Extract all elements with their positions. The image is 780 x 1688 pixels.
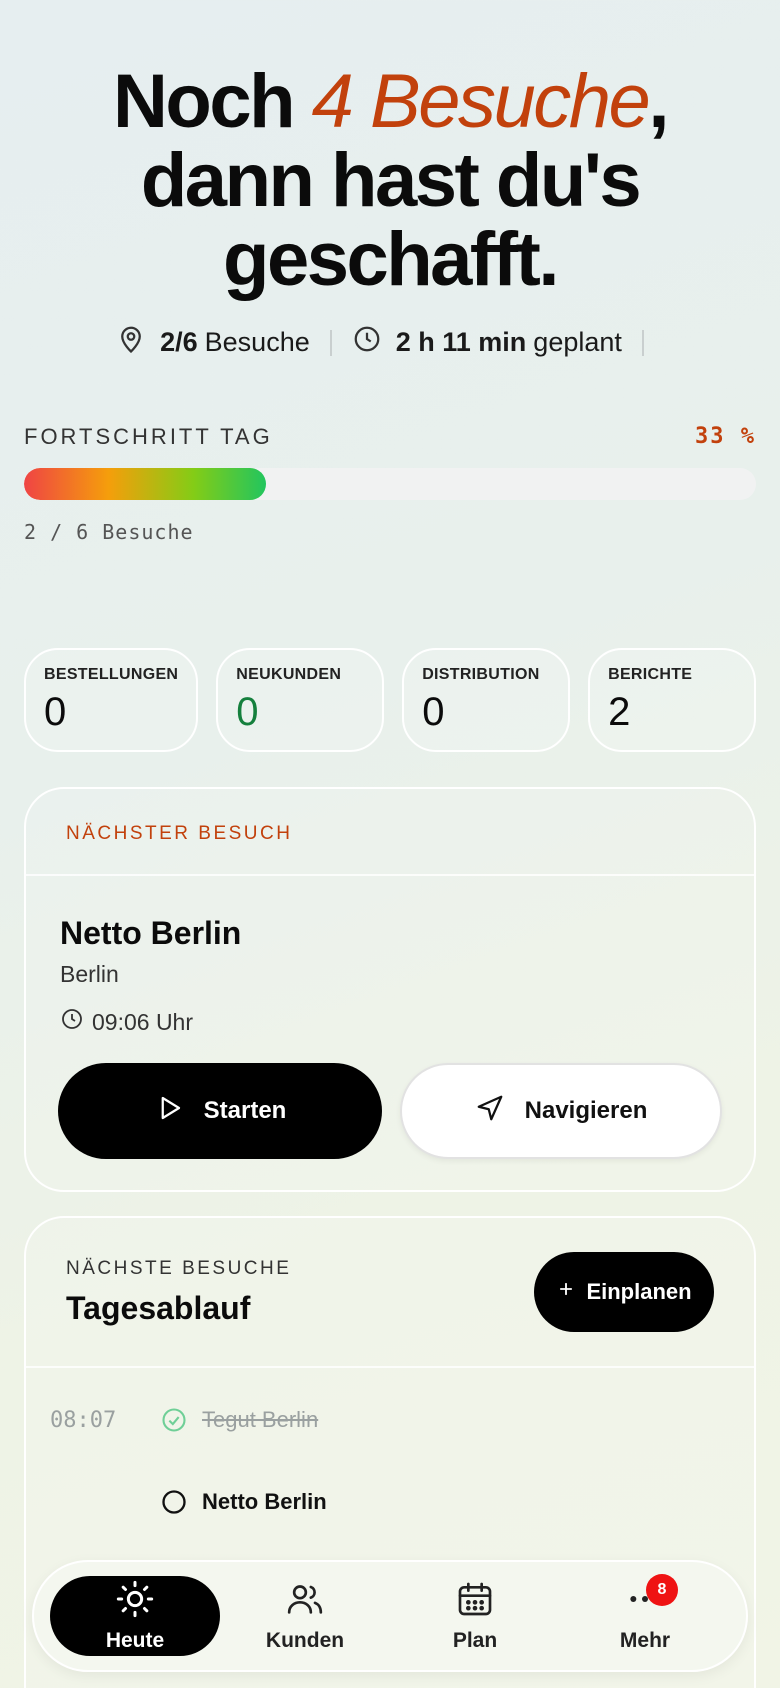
card-divider	[26, 1366, 754, 1368]
stat-label: DISTRIBUTION	[422, 666, 540, 683]
divider	[641, 329, 644, 356]
visits-label: Besuche	[204, 327, 310, 357]
sun-icon	[115, 1579, 155, 1625]
navigate-button[interactable]: Navigieren	[400, 1063, 722, 1159]
next-visit-time: 09:06 Uhr	[60, 1007, 193, 1037]
tab-today[interactable]: Heute	[50, 1576, 220, 1656]
clock-icon	[352, 324, 382, 361]
tab-more[interactable]: Mehr 8	[560, 1574, 730, 1656]
stat-label: BERICHTE	[608, 666, 693, 683]
next-visit-time-text: 09:06 Uhr	[92, 1008, 194, 1035]
schedule-row[interactable]: Netto Berlin	[50, 1488, 730, 1516]
headline-prefix: Noch	[113, 59, 312, 144]
stat-value: 0	[44, 690, 67, 734]
stat-orders[interactable]: BESTELLUNGEN 0	[24, 648, 199, 752]
schedule-row-name: Tegut Berlin	[202, 1407, 319, 1432]
navigate-button-label: Navigieren	[524, 1097, 648, 1124]
play-icon	[154, 1093, 184, 1130]
next-visit-card: NÄCHSTER BESUCH Netto Berlin Berlin 09:0…	[24, 787, 756, 1192]
progress-fill	[24, 468, 266, 500]
card-divider	[26, 874, 754, 876]
progress-label: FORTSCHRITT TAG	[24, 424, 273, 449]
start-button-label: Starten	[203, 1097, 287, 1124]
progress-percent: 33 %	[695, 424, 756, 449]
next-visit-name: Netto Berlin	[60, 915, 242, 951]
tab-label: Heute	[105, 1629, 165, 1652]
progress-subtext: 2 / 6 Besuche	[24, 520, 194, 544]
clock-icon	[60, 1007, 84, 1037]
notification-badge: 8	[646, 1574, 678, 1606]
navigation-arrow-icon	[475, 1093, 505, 1130]
stat-label: BESTELLUNGEN	[44, 666, 179, 683]
stat-value: 0	[422, 690, 445, 734]
duration-value: 2 h 11 min	[395, 327, 527, 357]
stat-reports[interactable]: BERICHTE 2	[588, 648, 756, 752]
hero-headline: Noch 4 Besuche, dann hast du's geschafft…	[0, 62, 780, 299]
next-visit-city: Berlin	[60, 961, 119, 987]
headline: Noch 4 Besuche, dann hast du's geschafft…	[0, 62, 780, 299]
divider	[329, 329, 332, 356]
stat-value: 0	[236, 690, 259, 734]
schedule-row-time: 08:07	[50, 1407, 117, 1433]
schedule-row[interactable]: 08:07 Tegut Berlin	[50, 1406, 730, 1434]
status-circle-icon	[160, 1488, 188, 1516]
next-visit-kicker: NÄCHSTER BESUCH	[66, 823, 293, 844]
stat-value: 2	[608, 690, 631, 734]
tab-plan[interactable]: Plan	[390, 1576, 560, 1656]
schedule-kicker: NÄCHSTE BESUCHE	[66, 1258, 292, 1279]
schedule-row-name: Netto Berlin	[202, 1489, 327, 1514]
schedule-add-label: Einplanen	[586, 1279, 692, 1304]
users-icon	[285, 1579, 325, 1625]
stat-label: NEUKUNDEN	[236, 666, 342, 683]
stat-new-customers[interactable]: NEUKUNDEN 0	[216, 648, 385, 752]
headline-suffix: ,	[648, 59, 669, 144]
day-summary: 2/6 Besuche 2 h 11 min geplant	[0, 324, 780, 361]
visits-count: 2/6	[160, 327, 198, 357]
location-pin-icon	[116, 324, 146, 361]
stats-row: BESTELLUNGEN 0 NEUKUNDEN 0 DISTRIBUTION …	[24, 648, 756, 752]
duration-summary: 2 h 11 min geplant	[352, 324, 622, 361]
duration-label: geplant	[533, 327, 622, 357]
tab-customers[interactable]: Kunden	[220, 1576, 390, 1656]
tab-label: Plan	[452, 1629, 498, 1652]
tab-label: Kunden	[265, 1629, 345, 1652]
visits-summary: 2/6 Besuche	[116, 324, 310, 361]
headline-line2: dann hast du's	[140, 138, 642, 223]
bottom-tab-bar: Heute Kunden Plan Mehr 8	[32, 1560, 748, 1672]
stat-distribution[interactable]: DISTRIBUTION 0	[402, 648, 571, 752]
check-circle-icon	[160, 1406, 188, 1434]
schedule-add-button[interactable]: Einplanen	[534, 1252, 714, 1332]
headline-accent: 4 Besuche	[311, 59, 651, 144]
progress-bar	[24, 468, 756, 500]
tab-label: Mehr	[619, 1629, 671, 1652]
calendar-icon	[455, 1579, 495, 1625]
headline-line3: geschafft.	[223, 217, 559, 302]
start-button[interactable]: Starten	[58, 1063, 382, 1159]
schedule-title: Tagesablauf	[66, 1290, 251, 1326]
plus-icon	[556, 1279, 576, 1305]
